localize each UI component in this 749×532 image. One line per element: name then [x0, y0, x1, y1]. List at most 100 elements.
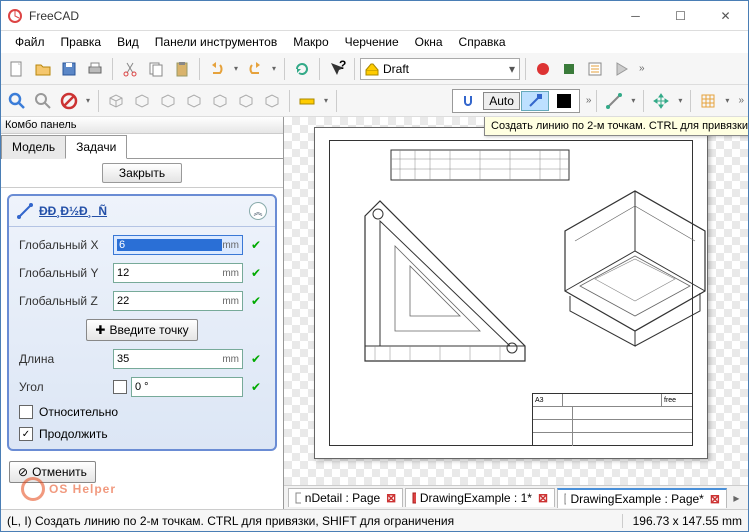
close-button[interactable]: ✕: [703, 1, 748, 30]
menu-windows[interactable]: Окна: [407, 33, 451, 51]
measure-dropdown[interactable]: ▾: [321, 89, 331, 113]
undo-icon[interactable]: [205, 57, 229, 81]
view-rear-icon[interactable]: [208, 89, 232, 113]
macro-stop-icon[interactable]: [557, 57, 581, 81]
measure-icon[interactable]: [295, 89, 319, 113]
view-left-icon[interactable]: [260, 89, 284, 113]
menu-help[interactable]: Справка: [451, 33, 514, 51]
new-icon[interactable]: [5, 57, 29, 81]
doc-tab[interactable]: DrawingExample : Page*⊠: [557, 488, 727, 508]
check-icon: ✔: [247, 378, 265, 396]
menu-file[interactable]: Файл: [7, 33, 53, 51]
view-front-icon[interactable]: [130, 89, 154, 113]
save-icon[interactable]: [57, 57, 81, 81]
input-length[interactable]: 35mm: [113, 349, 243, 369]
drawing-front-view: [360, 196, 530, 366]
zoom-select-icon[interactable]: [31, 89, 55, 113]
label-length: Длина: [19, 352, 109, 366]
tab-nav-right-icon[interactable]: ▸: [729, 491, 744, 505]
maximize-button[interactable]: ☐: [658, 1, 703, 30]
view-top-icon[interactable]: [156, 89, 180, 113]
redo-icon[interactable]: [243, 57, 267, 81]
whatsthis-icon[interactable]: ?: [325, 57, 349, 81]
tab-close-icon[interactable]: ⊠: [710, 492, 720, 506]
redo-dropdown[interactable]: ▾: [269, 57, 279, 81]
menu-macro[interactable]: Макро: [285, 33, 336, 51]
tooltip: Создать линию по 2-м точкам. CTRL для пр…: [484, 117, 748, 136]
workbench-selector[interactable]: Draft ▾: [360, 58, 520, 80]
tab-tasks[interactable]: Задачи: [65, 135, 127, 159]
input-global-x[interactable]: 6mm: [113, 235, 243, 255]
snap-toggle-icon[interactable]: [454, 91, 482, 111]
grid-tool-icon[interactable]: [696, 89, 720, 113]
cut-icon[interactable]: [118, 57, 142, 81]
enter-point-button[interactable]: ✚Введите точку: [86, 319, 197, 341]
tab-close-icon[interactable]: ⊠: [538, 491, 548, 505]
snap-endpoint-icon[interactable]: [521, 91, 549, 111]
input-global-y[interactable]: 12mm: [113, 263, 243, 283]
toolbar2-overflow-icon[interactable]: »: [738, 95, 744, 106]
snap-color-icon[interactable]: [550, 91, 578, 111]
undo-dropdown[interactable]: ▾: [231, 57, 241, 81]
relative-checkbox[interactable]: [19, 405, 33, 419]
check-icon: ✔: [247, 292, 265, 310]
label-global-z: Глобальный Z: [19, 294, 109, 308]
macro-record-icon[interactable]: [531, 57, 555, 81]
snap-toolbar: Auto: [452, 89, 580, 113]
drawing-view[interactable]: Создать линию по 2-м точкам. CTRL для пр…: [284, 117, 748, 509]
view-iso-icon[interactable]: [104, 89, 128, 113]
view-bottom-icon[interactable]: [234, 89, 258, 113]
cancel-icon: ⊘: [18, 465, 28, 479]
drawing-iso-view: [545, 171, 720, 371]
toolbar-overflow-icon[interactable]: »: [639, 63, 645, 74]
refresh-icon[interactable]: [290, 57, 314, 81]
task-area: Закрыть ĐĐ¸Đ½Đ¸_Ñ ︽ Глобальный X 6mm ✔ Г…: [1, 159, 283, 509]
titlebar: FreeCAD ─ ☐ ✕: [1, 1, 748, 31]
menubar: Файл Правка Вид Панели инструментов Макр…: [1, 31, 748, 53]
page-icon: [564, 493, 566, 505]
line-tool-icon[interactable]: [602, 89, 626, 113]
tab-close-icon[interactable]: ⊠: [386, 491, 396, 505]
line-dropdown[interactable]: ▾: [628, 89, 638, 113]
copy-icon[interactable]: [144, 57, 168, 81]
check-icon: ✔: [247, 264, 265, 282]
doc-tab[interactable]: nDetail : Page⊠: [288, 488, 403, 507]
page-icon: [295, 492, 301, 504]
menu-drawing[interactable]: Черчение: [337, 33, 407, 51]
combo-panel-title: Комбо панель: [1, 117, 283, 134]
macro-list-icon[interactable]: [583, 57, 607, 81]
macro-run-icon[interactable]: [609, 57, 633, 81]
open-icon[interactable]: [31, 57, 55, 81]
menu-edit[interactable]: Правка: [53, 33, 110, 51]
move-dropdown[interactable]: ▾: [675, 89, 685, 113]
snap-overflow-icon[interactable]: »: [586, 95, 592, 106]
snap-auto-button[interactable]: Auto: [483, 92, 520, 110]
move-tool-icon[interactable]: [649, 89, 673, 113]
menu-view[interactable]: Вид: [109, 33, 147, 51]
task-panel: ĐĐ¸Đ½Đ¸_Ñ ︽ Глобальный X 6mm ✔ Глобальны…: [7, 194, 277, 451]
window-title: FreeCAD: [29, 9, 613, 23]
zoom-fit-icon[interactable]: [5, 89, 29, 113]
input-global-z[interactable]: 22mm: [113, 291, 243, 311]
print-icon[interactable]: [83, 57, 107, 81]
collapse-icon[interactable]: ︽: [249, 202, 267, 220]
doc-tab[interactable]: DrawingExample : 1*⊠: [405, 488, 555, 507]
draw-style-dropdown[interactable]: ▾: [83, 89, 93, 113]
label-global-y: Глобальный Y: [19, 266, 109, 280]
task-title[interactable]: ĐĐ¸Đ½Đ¸_Ñ: [39, 204, 249, 218]
check-icon: ✔: [247, 236, 265, 254]
view-right-icon[interactable]: [182, 89, 206, 113]
task-close-button[interactable]: Закрыть: [102, 163, 182, 183]
angle-lock-checkbox[interactable]: [113, 380, 127, 394]
draw-style-icon[interactable]: [57, 89, 81, 113]
draft-icon: [365, 62, 379, 76]
cancel-button[interactable]: ⊘Отменить: [9, 461, 96, 483]
grid-dropdown[interactable]: ▾: [722, 89, 732, 113]
continue-checkbox[interactable]: ✓: [19, 427, 33, 441]
minimize-button[interactable]: ─: [613, 1, 658, 30]
input-angle[interactable]: 0 °: [131, 377, 243, 397]
menu-toolbars[interactable]: Панели инструментов: [147, 33, 285, 51]
label-global-x: Глобальный X: [19, 238, 109, 252]
tab-model[interactable]: Модель: [1, 135, 66, 159]
paste-icon[interactable]: [170, 57, 194, 81]
